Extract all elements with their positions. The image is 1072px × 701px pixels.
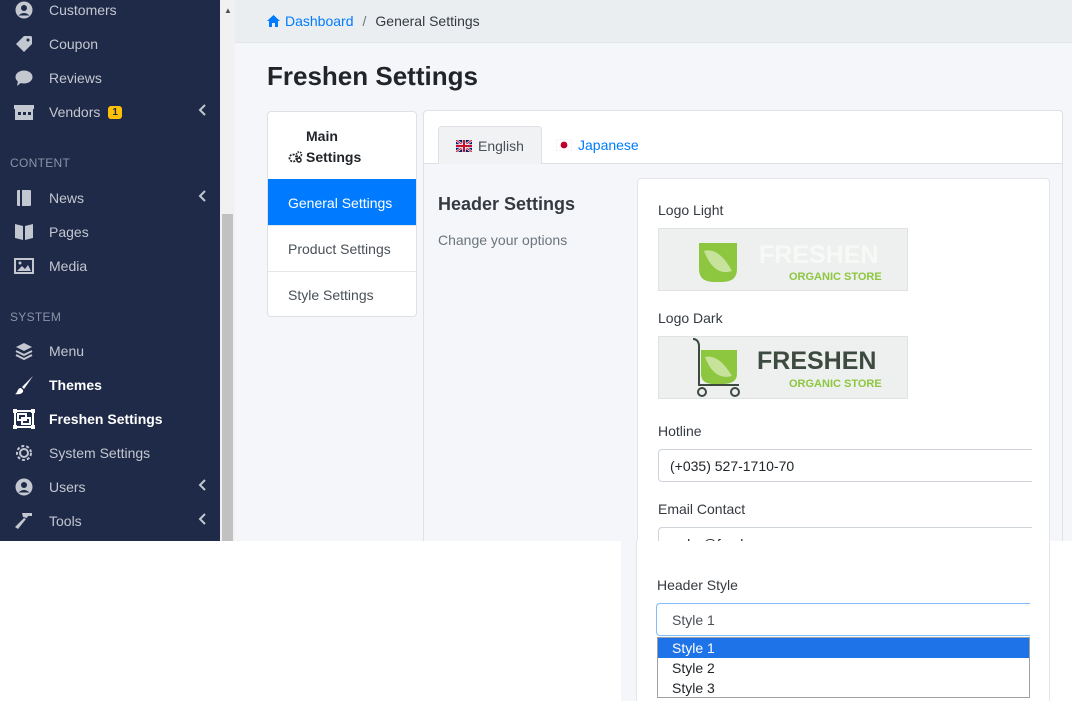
header-style-option[interactable]: Style 3 — [658, 678, 1029, 698]
sidebar-item-media[interactable]: Media — [0, 249, 220, 283]
logo-dark-preview[interactable]: FRESHEN ORGANIC STORE — [658, 336, 908, 399]
breadcrumb-bar: Dashboard / General Settings — [235, 0, 1072, 43]
japan-flag-icon — [556, 139, 572, 151]
chevron-left-icon — [198, 513, 206, 528]
user-circle-icon — [12, 0, 36, 20]
sidebar-item-label: System Settings — [49, 445, 151, 461]
hotline-input[interactable]: (+035) 527-1710-70 — [658, 449, 1032, 482]
sidebar-header-system: SYSTEM — [10, 310, 62, 324]
home-icon — [267, 15, 280, 27]
cog-icon — [12, 443, 36, 463]
scrollbar-thumb[interactable] — [222, 214, 233, 541]
chevron-left-icon — [198, 104, 206, 119]
comment-icon — [12, 68, 36, 88]
settings-menu-product[interactable]: Product Settings — [268, 225, 416, 271]
header-style-option[interactable]: Style 2 — [658, 658, 1029, 678]
email-contact-label: Email Contact — [658, 501, 746, 517]
tab-japanese-label: Japanese — [578, 137, 639, 153]
tab-japanese[interactable]: Japanese — [539, 126, 656, 164]
sidebar-item-label: Freshen Settings — [49, 411, 163, 427]
breadcrumb-separator: / — [362, 13, 367, 29]
logo-light-text: FRESHEN — [759, 241, 878, 269]
logo-dark-subtext: ORGANIC STORE — [789, 378, 882, 390]
sidebar-item-label: Themes — [49, 377, 102, 393]
logo-dark-text: FRESHEN — [757, 347, 876, 375]
sidebar-item-label: Reviews — [49, 70, 102, 86]
sidebar-item-coupon[interactable]: Coupon — [0, 27, 220, 61]
sidebar-item-label: Media — [49, 258, 88, 274]
email-contact-input[interactable]: order@freshen.com — [658, 527, 1032, 541]
settings-menu-heading-label: Main Settings — [306, 128, 362, 165]
sidebar-item-label: Menu — [49, 343, 85, 359]
sidebar-item-label: Users — [49, 479, 86, 495]
sidebar-item-label: Vendors — [49, 104, 101, 120]
sidebar-header-content: CONTENT — [10, 156, 71, 170]
vendors-count-badge: 1 — [108, 105, 122, 119]
settings-menu-general[interactable]: General Settings — [268, 179, 416, 225]
sidebar-item-label: News — [49, 190, 85, 206]
image-icon — [12, 256, 36, 276]
header-style-select[interactable]: Style 1 — [656, 603, 1030, 636]
uk-flag-icon — [456, 139, 472, 152]
sidebar-item-system-settings[interactable]: System Settings — [0, 436, 220, 470]
settings-menu-heading: Main Settings — [288, 126, 376, 169]
sidebar-item-tools[interactable]: Tools — [0, 504, 220, 538]
book-icon — [12, 188, 36, 208]
logo-dark-label: Logo Dark — [658, 310, 723, 326]
sidebar-item-label: Pages — [49, 224, 89, 240]
logo-light-image: FRESHEN ORGANIC STORE — [699, 241, 882, 283]
breadcrumb: Dashboard / General Settings — [267, 13, 480, 29]
section-description: Change your options — [438, 232, 568, 248]
sidebar-item-vendors[interactable]: Vendors 1 — [0, 95, 220, 129]
scroll-up-arrow-icon[interactable]: ▲ — [224, 6, 232, 15]
sidebar-item-label: Customers — [49, 2, 117, 18]
sidebar-item-menu[interactable]: Menu — [0, 334, 220, 368]
chevron-left-icon — [198, 190, 206, 205]
store-icon — [12, 102, 36, 122]
object-group-icon — [12, 409, 36, 429]
book-open-icon — [12, 222, 36, 242]
hammer-icon — [12, 511, 36, 531]
chevron-left-icon — [198, 479, 206, 494]
header-style-option[interactable]: Style 1 — [658, 638, 1029, 658]
header-settings-form: Logo Light FRESHEN ORGANIC STORE Logo Da… — [637, 178, 1050, 541]
header-style-label: Header Style — [657, 577, 738, 593]
breadcrumb-home-label: Dashboard — [285, 13, 354, 29]
header-style-dropdown: Style 1 Style 2 Style 3 — [657, 637, 1030, 698]
sidebar-item-themes[interactable]: Themes — [0, 368, 220, 402]
tab-panel-continuation — [621, 541, 636, 701]
logo-dark-image: FRESHEN ORGANIC STORE — [692, 338, 882, 397]
section-title: Header Settings — [438, 194, 576, 214]
sidebar-item-pages[interactable]: Pages — [0, 215, 220, 249]
settings-menu-style[interactable]: Style Settings — [268, 271, 416, 317]
paint-brush-icon — [12, 375, 36, 395]
sidebar-item-freshen-settings[interactable]: Freshen Settings — [0, 402, 220, 436]
tab-english-label: English — [478, 137, 524, 154]
language-tabs: English Japanese — [424, 111, 1062, 164]
cogs-icon — [288, 148, 303, 169]
logo-light-label: Logo Light — [658, 202, 724, 218]
sidebar-item-customers[interactable]: Customers — [0, 0, 220, 27]
settings-menu: Main Settings General Settings Product S… — [267, 111, 417, 317]
sidebar-item-reviews[interactable]: Reviews — [0, 61, 220, 95]
breadcrumb-current: General Settings — [375, 13, 480, 29]
sidebar-scrollbar[interactable]: ▲ — [220, 0, 235, 541]
tab-english[interactable]: English — [438, 126, 542, 164]
logo-light-preview[interactable]: FRESHEN ORGANIC STORE — [658, 228, 908, 291]
sidebar-item-label: Tools — [49, 513, 82, 529]
page-title: Freshen Settings — [267, 61, 478, 91]
layers-icon — [12, 341, 36, 361]
sidebar-item-label: Coupon — [49, 36, 99, 52]
app-root: Customers Coupon Reviews Vendors 1 CONTE… — [0, 0, 1072, 701]
sidebar: Customers Coupon Reviews Vendors 1 CONTE… — [0, 0, 220, 541]
tags-icon — [12, 34, 36, 54]
hotline-label: Hotline — [658, 423, 702, 439]
language-tab-panel: English Japanese Header Settings Change … — [423, 110, 1063, 541]
sidebar-item-users[interactable]: Users — [0, 470, 220, 504]
main-content: Dashboard / General Settings Freshen Set… — [235, 0, 1072, 541]
sidebar-item-news[interactable]: News — [0, 181, 220, 215]
users-icon — [12, 477, 36, 497]
breadcrumb-home-link[interactable]: Dashboard — [267, 13, 354, 29]
logo-light-subtext: ORGANIC STORE — [789, 271, 882, 283]
